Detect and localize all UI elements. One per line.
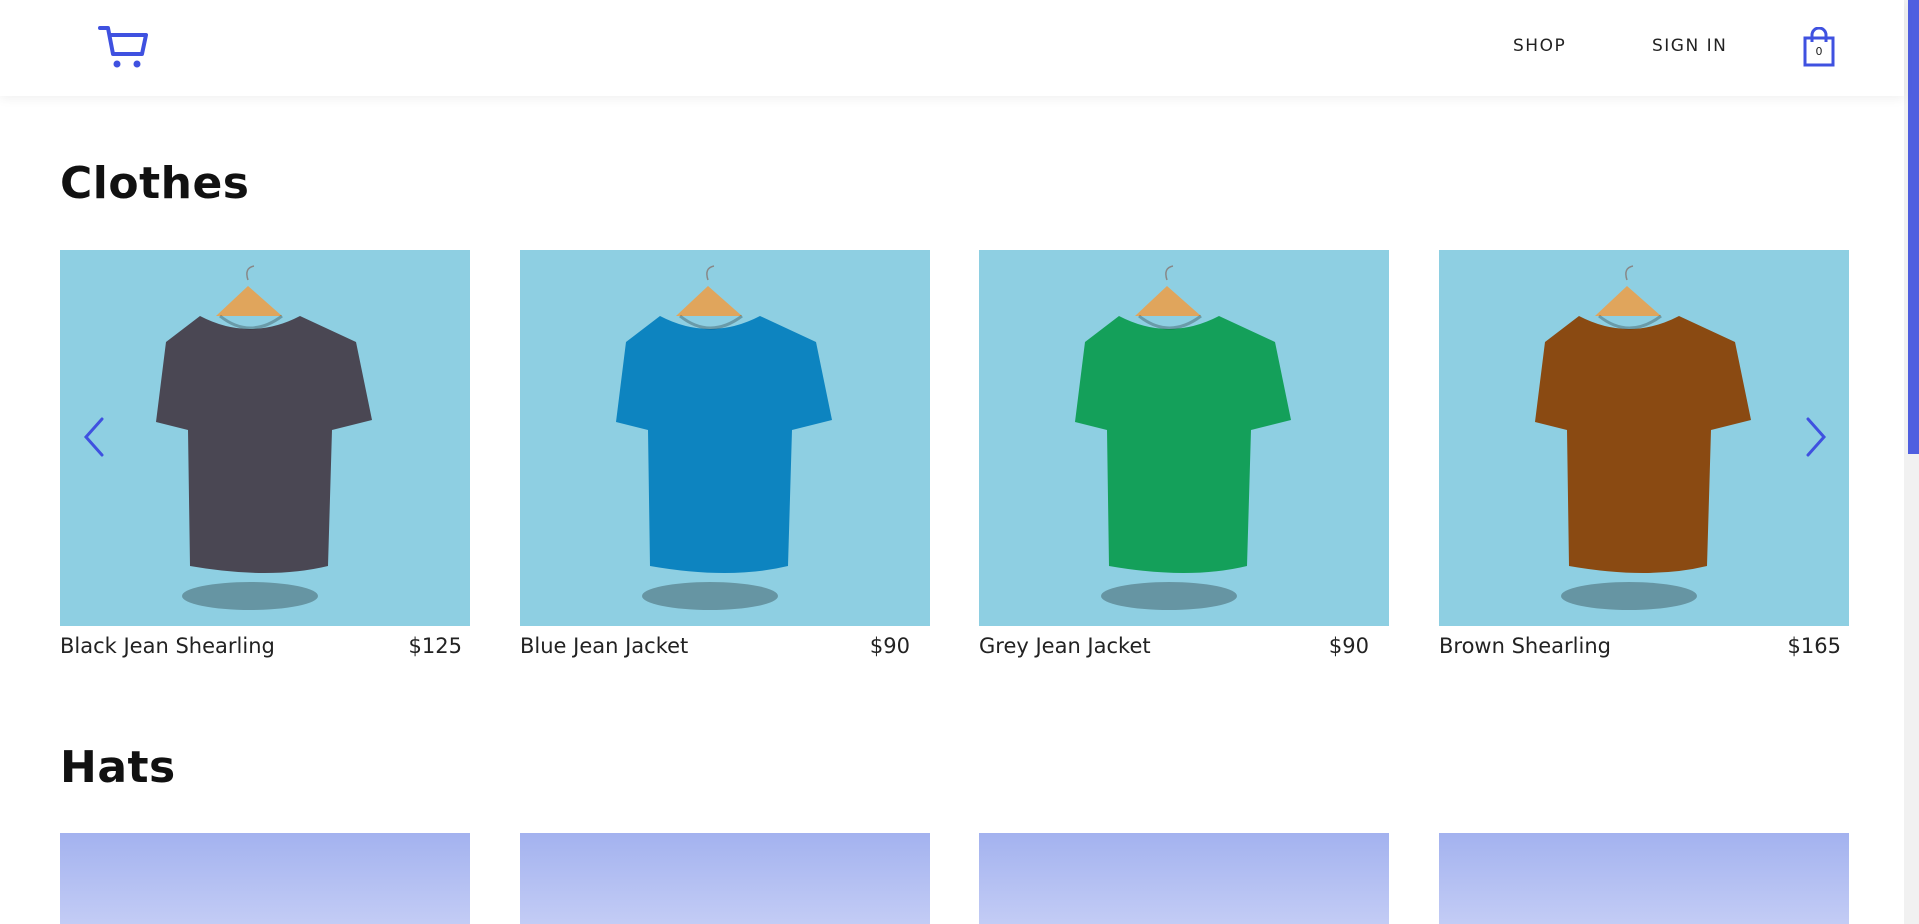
product-price: $165 [1787,634,1841,658]
site-header: SHOP SIGN IN 0 [0,0,1904,96]
product-card[interactable]: Black Jean Shearling $125 [60,250,470,666]
product-card[interactable]: Blue Jean Jacket $90 [520,250,930,666]
product-name: Black Jean Shearling [60,634,275,658]
nav-sign-in-link[interactable]: SIGN IN [1652,36,1727,56]
cart-count-badge: 0 [1815,45,1823,58]
cart-button[interactable]: 0 [1802,26,1836,67]
product-image[interactable] [60,250,470,626]
product-image[interactable] [60,833,470,924]
t-shirt-image [1535,265,1751,610]
product-image[interactable] [520,250,930,626]
product-card[interactable]: Brown Shearling $165 [1439,250,1849,666]
product-price: $125 [408,634,462,658]
chevron-right-icon[interactable] [1800,415,1830,459]
product-card[interactable]: Grey Jean Jacket $90 [979,250,1389,666]
product-image[interactable] [1439,250,1849,626]
product-name: Blue Jean Jacket [520,634,689,658]
page-scrollbar-thumb[interactable] [1908,0,1919,454]
chevron-left-icon[interactable] [80,415,110,459]
nav-shop-link[interactable]: SHOP [1513,36,1566,56]
t-shirt-image [1075,265,1291,610]
section-title-hats[interactable]: Hats [60,742,176,793]
product-price: $90 [869,634,910,658]
product-image[interactable] [979,833,1389,924]
product-name: Brown Shearling [1439,634,1611,658]
t-shirt-image [156,265,372,610]
product-price: $90 [1328,634,1369,658]
product-image[interactable] [1439,833,1849,924]
t-shirt-image [616,265,832,610]
product-image[interactable] [520,833,930,924]
product-name: Grey Jean Jacket [979,634,1151,658]
product-image[interactable] [979,250,1389,626]
section-title-clothes[interactable]: Clothes [60,158,250,209]
shopping-cart-logo-icon[interactable] [98,24,148,70]
